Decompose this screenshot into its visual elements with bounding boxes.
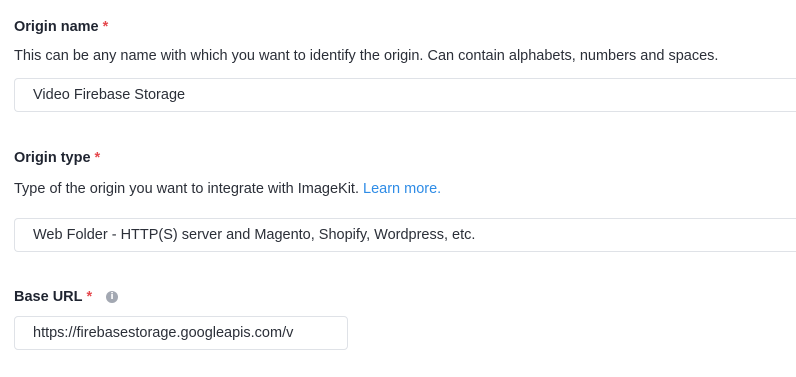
info-circle-icon[interactable]: i	[106, 291, 118, 303]
origin-name-label-text: Origin name	[14, 19, 99, 35]
origin-type-help: Type of the origin you want to integrate…	[14, 181, 441, 197]
origin-form: Origin name * This can be any name with w…	[0, 0, 796, 377]
base-url-label: Base URL *	[14, 289, 92, 305]
base-url-label-text: Base URL	[14, 289, 83, 305]
origin-name-help: This can be any name with which you want…	[14, 48, 719, 64]
base-url-input[interactable]: https://firebasestorage.googleapis.com/v	[14, 316, 348, 350]
origin-type-help-text: Type of the origin you want to integrate…	[14, 181, 359, 197]
required-asterisk: *	[102, 19, 109, 35]
origin-type-label-text: Origin type	[14, 150, 91, 166]
origin-type-select[interactable]: Web Folder - HTTP(S) server and Magento,…	[14, 218, 796, 252]
required-asterisk: *	[94, 150, 101, 166]
learn-more-link[interactable]: Learn more.	[363, 181, 441, 197]
origin-name-input[interactable]: Video Firebase Storage	[14, 78, 796, 112]
origin-name-label: Origin name *	[14, 19, 108, 35]
required-asterisk: *	[86, 289, 93, 305]
origin-type-label: Origin type *	[14, 150, 100, 166]
